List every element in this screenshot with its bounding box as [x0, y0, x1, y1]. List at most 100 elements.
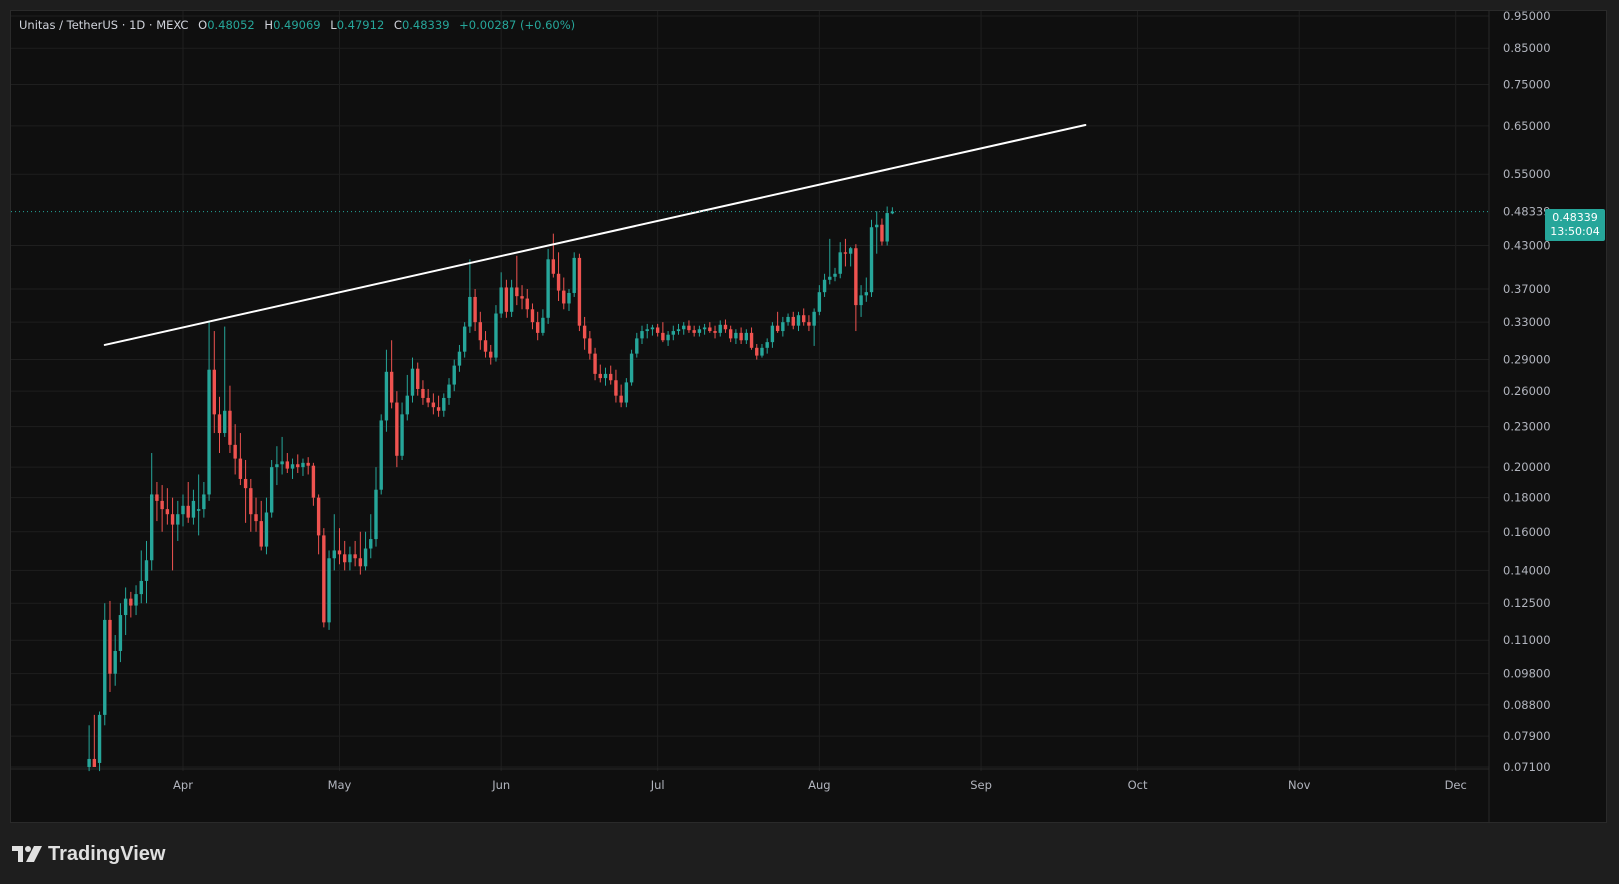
candle-body [582, 325, 587, 339]
candle-body [728, 329, 733, 339]
candle-up [640, 325, 644, 345]
candle-down [342, 540, 347, 571]
candle-body [207, 369, 211, 495]
candle-up [541, 309, 545, 336]
candle-up [650, 324, 655, 336]
candle-body [144, 560, 149, 581]
candle-down [723, 319, 728, 333]
candle-up [327, 550, 331, 630]
candle-down [661, 322, 665, 343]
candle-down [807, 315, 811, 332]
tradingview-logo[interactable]: TradingView [12, 842, 165, 866]
candle-up [786, 313, 790, 326]
candle-up [290, 458, 295, 479]
candle-body [786, 316, 790, 323]
candle-up [113, 635, 117, 686]
candle-up [744, 329, 749, 345]
symbol-label: Unitas / TetherUS · 1D · MEXC [19, 18, 189, 32]
candle-up [269, 459, 274, 518]
candle-body [624, 382, 629, 403]
candle-body [770, 325, 775, 343]
candle-down [228, 385, 232, 454]
candle-down [129, 591, 133, 618]
candle-up [447, 378, 451, 405]
candle-body [499, 287, 503, 314]
candle-up [702, 323, 707, 335]
candle-body [614, 380, 618, 396]
candle-body [285, 461, 290, 469]
chart-frame[interactable]: 0.95000 0.85000 0.75000 0.65000 0.55000 0.483… [10, 10, 1607, 823]
open-label: O [198, 18, 208, 32]
candle-body [718, 324, 722, 333]
candle-up [405, 374, 409, 421]
candle-countdown: 13:50:04 [1550, 225, 1600, 238]
candle-down [525, 289, 529, 318]
candle-body [588, 338, 592, 354]
candle-body [708, 327, 712, 332]
candle-up [635, 332, 639, 358]
candle-body [212, 369, 216, 415]
candle-body [702, 327, 707, 330]
candle-body [103, 619, 107, 715]
candle-body [640, 331, 644, 339]
candle-body [535, 322, 540, 333]
candle-body [843, 252, 848, 254]
candle-up [363, 531, 368, 571]
candle-body [609, 373, 613, 381]
candle-up [603, 367, 608, 386]
candle-body [556, 273, 561, 291]
candle-down [358, 531, 363, 575]
candle-up [202, 481, 206, 518]
price-tick-label: 0.09800 [1503, 667, 1551, 681]
brand-name: TradingView [48, 842, 166, 865]
candle-up [348, 546, 352, 571]
candle-down [155, 481, 159, 522]
candle-body [275, 464, 279, 468]
candle-body [489, 351, 493, 358]
candle-body [812, 311, 816, 326]
candle-body [150, 494, 154, 561]
candle-body [223, 410, 227, 434]
candle-up [822, 273, 827, 297]
candle-body [760, 347, 764, 356]
candle-up [97, 711, 102, 772]
candle-up [624, 378, 629, 408]
candle-body [739, 332, 743, 341]
candle-up [765, 338, 769, 354]
candle-body [337, 550, 342, 555]
grid [11, 11, 1490, 822]
candle-down [556, 252, 561, 302]
candle-body [802, 315, 806, 323]
candle-down [713, 325, 717, 339]
candle-up [499, 272, 503, 318]
candle-body [155, 494, 159, 501]
candle-down [598, 364, 602, 383]
time-axis[interactable]: Apr May Jun Jul Aug Sep Oct Nov Dec [173, 778, 1467, 792]
candle-body [655, 327, 660, 333]
candle-up [468, 259, 472, 333]
time-tick-label: Jun [491, 778, 510, 792]
time-tick-label: Nov [1288, 778, 1311, 792]
candle-down [749, 327, 754, 350]
last-price-tag: 0.48339 13:50:04 [1545, 209, 1605, 241]
candle-body [875, 224, 879, 228]
candle-down [588, 331, 592, 360]
time-tick-label: Sep [970, 778, 992, 792]
candle-up [796, 311, 801, 332]
price-tick-label: 0.48339 [1503, 205, 1551, 219]
candle-up [332, 514, 336, 571]
price-axis[interactable]: 0.95000 0.85000 0.75000 0.65000 0.55000 0.483… [1503, 11, 1551, 774]
candlestick-chart[interactable]: 0.95000 0.85000 0.75000 0.65000 0.55000 0.483… [11, 11, 1607, 823]
candle-body [322, 535, 326, 623]
candle-down [551, 233, 556, 278]
candle-down [217, 396, 222, 454]
candle-body [603, 373, 608, 379]
candle-body [468, 296, 472, 327]
candle-down [489, 344, 493, 365]
price-tick-label: 0.75000 [1503, 77, 1551, 91]
candle-up [462, 322, 467, 358]
price-tick-label: 0.07100 [1503, 760, 1551, 774]
candle-down [160, 485, 164, 532]
candle-body [744, 332, 749, 341]
candle-down [880, 218, 884, 246]
